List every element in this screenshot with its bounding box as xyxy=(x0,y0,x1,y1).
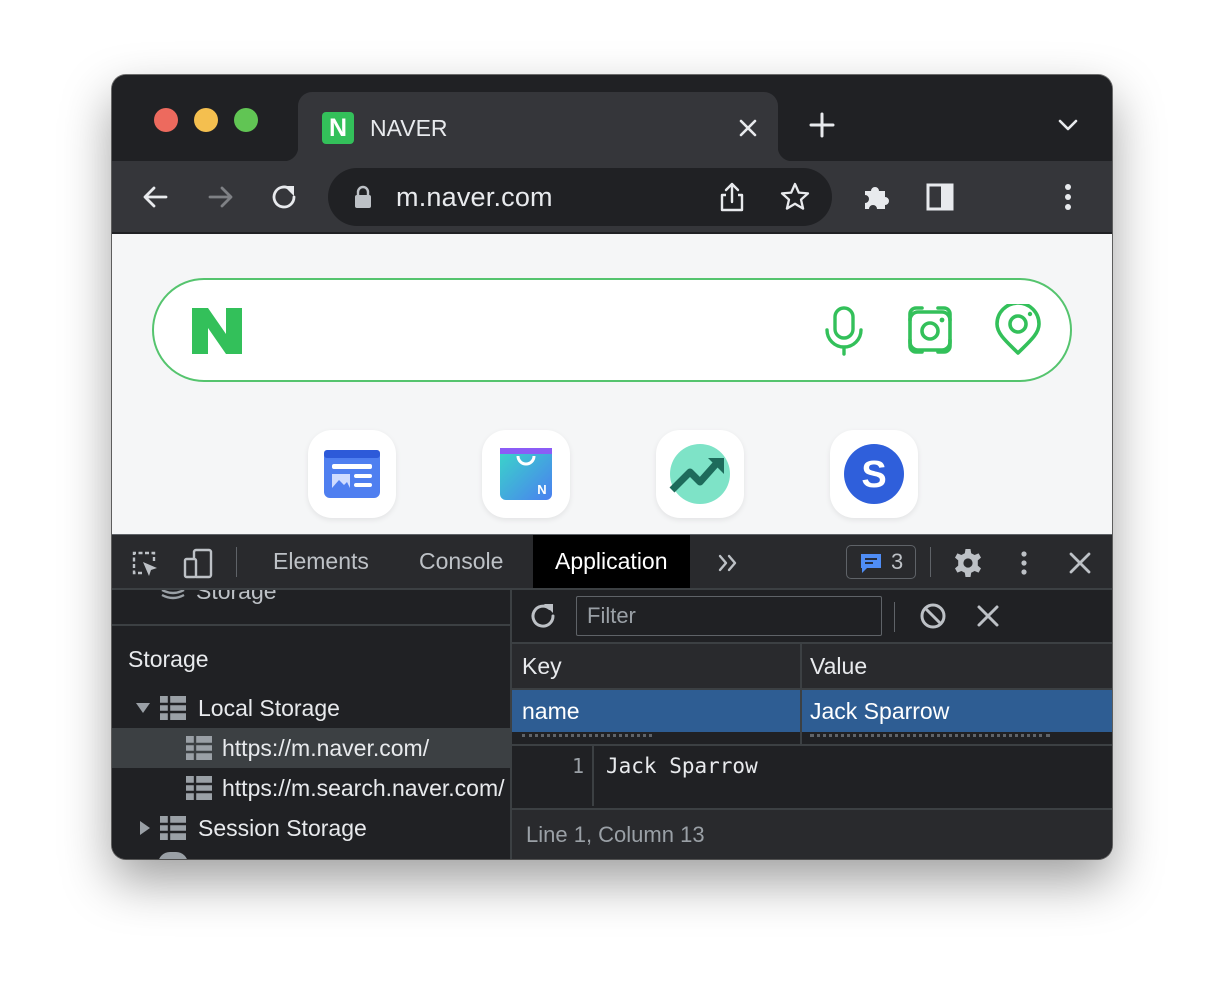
delete-selected-close-icon[interactable] xyxy=(974,602,1002,630)
tab-strip: N NAVER xyxy=(112,75,1112,161)
bookmark-star-icon[interactable] xyxy=(778,180,812,214)
issues-count: 3 xyxy=(891,549,904,574)
table-grid-icon xyxy=(160,816,186,840)
close-devtools-icon[interactable] xyxy=(1064,547,1096,579)
hidden-row-text xyxy=(522,732,652,737)
line-number: 1 xyxy=(571,754,584,778)
zoom-window-button[interactable] xyxy=(234,108,258,132)
tab-application[interactable]: Application xyxy=(533,535,690,588)
settings-gear-icon[interactable] xyxy=(952,547,984,579)
column-divider[interactable] xyxy=(800,644,802,744)
refresh-icon[interactable] xyxy=(528,601,558,631)
value-editor[interactable]: 1 Jack Sparrow xyxy=(512,744,1112,808)
local-storage-label: Local Storage xyxy=(198,695,340,721)
table-row[interactable]: name Jack Sparrow xyxy=(512,690,1112,732)
svg-text:N: N xyxy=(537,482,546,497)
microphone-icon[interactable] xyxy=(818,304,870,356)
issues-badge[interactable]: 3 xyxy=(846,545,916,579)
browser-toolbar: m.naver.com xyxy=(112,161,1112,233)
storage-main-view: Key Value name Jack Sparrow 1 Jack Sparr… xyxy=(512,590,1112,859)
storage-toolbar xyxy=(512,590,1112,644)
row-value-cell[interactable]: Jack Sparrow xyxy=(810,690,949,732)
toolbar-separator xyxy=(894,602,895,632)
editor-gutter: 1 xyxy=(512,746,594,806)
tab-title: NAVER xyxy=(370,115,448,141)
minimize-window-button[interactable] xyxy=(194,108,218,132)
more-tabs-chevron-icon[interactable] xyxy=(712,547,744,579)
news-shortcut[interactable] xyxy=(308,430,396,518)
sidebar-partial-storage-item[interactable]: Storage xyxy=(196,590,277,606)
origin-label: https://m.search.naver.com/ xyxy=(222,775,505,801)
expanded-triangle-icon[interactable] xyxy=(136,700,150,716)
naver-n-logo-icon xyxy=(192,308,242,354)
filter-input[interactable] xyxy=(576,596,882,636)
devtools-panel: Elements Console Application 3 Storage S… xyxy=(112,534,1112,859)
browser-window: N NAVER m.naver.com N S Elements Console… xyxy=(112,75,1112,859)
grid-header: Key Value xyxy=(512,644,1112,690)
stock-s-shortcut[interactable]: S xyxy=(830,430,918,518)
shopping-shortcut[interactable]: N xyxy=(482,430,570,518)
stock-chart-icon xyxy=(669,444,730,504)
shopping-bag-icon: N xyxy=(500,448,552,500)
sidebar-heading-storage: Storage xyxy=(128,646,209,672)
cursor-position-text: Line 1, Column 13 xyxy=(526,822,705,847)
message-icon xyxy=(861,554,881,573)
hidden-row-text xyxy=(810,732,1050,737)
more-vertical-icon[interactable] xyxy=(1008,547,1040,579)
table-grid-icon xyxy=(160,696,186,720)
column-header-key[interactable]: Key xyxy=(522,644,562,688)
reload-icon[interactable] xyxy=(264,177,304,217)
tab-search-chevron-down-icon[interactable] xyxy=(1054,113,1082,137)
devtools-tab-bar: Elements Console Application 3 xyxy=(112,535,1112,590)
news-icon xyxy=(324,450,380,498)
sidebar-item-origin-m-naver[interactable]: https://m.naver.com/ xyxy=(112,728,510,768)
lens-camera-icon[interactable] xyxy=(904,304,956,356)
tab-naver[interactable]: N NAVER xyxy=(284,92,792,161)
row-key-cell[interactable]: name xyxy=(522,690,580,732)
session-storage-label: Session Storage xyxy=(198,815,367,841)
finance-shortcut[interactable] xyxy=(656,430,744,518)
close-window-button[interactable] xyxy=(154,108,178,132)
forward-arrow-icon[interactable] xyxy=(200,177,240,217)
naver-favicon-icon: N xyxy=(322,112,354,144)
side-panel-icon[interactable] xyxy=(920,177,960,217)
share-icon[interactable] xyxy=(716,180,748,214)
url-text: m.naver.com xyxy=(396,182,553,212)
storage-database-icon xyxy=(161,590,185,600)
location-pin-icon[interactable] xyxy=(992,304,1044,356)
web-page: N S xyxy=(112,234,1112,534)
tab-console[interactable]: Console xyxy=(419,535,503,588)
sidebar-item-local-storage[interactable]: Local Storage xyxy=(112,688,510,728)
s-logo-icon: S xyxy=(844,444,904,504)
extensions-puzzle-icon[interactable] xyxy=(856,177,896,217)
editor-content[interactable]: Jack Sparrow xyxy=(606,754,758,778)
sidebar-divider xyxy=(112,624,510,626)
sidebar-item-session-storage[interactable]: Session Storage xyxy=(112,808,510,848)
more-vertical-icon[interactable] xyxy=(1048,177,1088,217)
lock-icon[interactable] xyxy=(352,184,374,210)
new-tab-plus-icon[interactable] xyxy=(806,109,838,141)
collapsed-triangle-icon[interactable] xyxy=(138,820,152,836)
sidebar-item-origin-m-search-naver[interactable]: https://m.search.naver.com/ xyxy=(112,768,510,808)
indexeddb-partial-icon xyxy=(158,852,188,859)
table-grid-icon xyxy=(186,736,212,760)
column-header-value[interactable]: Value xyxy=(810,644,867,688)
application-sidebar: Storage Storage Local Storage https://m. xyxy=(112,590,512,859)
inspect-element-icon[interactable] xyxy=(128,547,160,579)
close-icon[interactable] xyxy=(734,114,762,142)
back-arrow-icon[interactable] xyxy=(136,177,176,217)
device-toolbar-icon[interactable] xyxy=(182,547,214,579)
svg-text:S: S xyxy=(861,454,886,496)
table-row[interactable] xyxy=(512,732,1112,742)
table-grid-icon xyxy=(186,776,212,800)
tab-elements[interactable]: Elements xyxy=(273,535,369,588)
toolbar-separator xyxy=(930,547,931,577)
origin-label: https://m.naver.com/ xyxy=(222,735,430,761)
clear-all-block-icon[interactable] xyxy=(918,601,948,631)
address-bar[interactable]: m.naver.com xyxy=(328,168,832,226)
editor-status-bar: Line 1, Column 13 xyxy=(512,808,1112,859)
toolbar-separator xyxy=(236,547,237,577)
naver-search-box[interactable] xyxy=(152,278,1072,382)
